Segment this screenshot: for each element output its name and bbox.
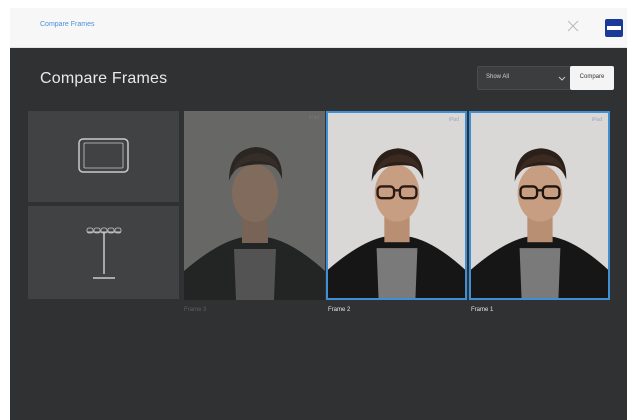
tablet-view-tile[interactable]	[28, 111, 179, 202]
brand-logo	[605, 19, 623, 37]
tablet-icon	[78, 138, 129, 173]
chevron-down-icon	[558, 76, 566, 81]
frame-stand-tile[interactable]	[28, 206, 179, 299]
frame-stand-icon	[86, 227, 122, 279]
compare-button-label: Compare	[579, 74, 605, 80]
device-tag: iPad	[591, 117, 602, 123]
device-tag: iPad	[448, 117, 459, 123]
window-title: Compare Frames	[40, 21, 95, 28]
filter-select[interactable]: Show All	[477, 66, 573, 90]
portrait-photo	[471, 148, 608, 298]
compare-button[interactable]: Compare	[570, 66, 614, 90]
compare-frames-screen: Compare Frames Show All Compare iPad iPa…	[10, 48, 627, 420]
frame-card-3[interactable]: iPad	[184, 111, 325, 300]
page-title: Compare Frames	[40, 70, 168, 87]
frame-dim-overlay	[184, 111, 325, 300]
frame-card-1[interactable]: iPad	[469, 111, 610, 300]
filter-select-value: Show All	[486, 74, 510, 80]
portrait-photo	[328, 148, 465, 298]
close-icon[interactable]	[565, 18, 581, 34]
frame-label-2: Frame 2	[328, 307, 351, 313]
frame-label-3: Frame 3	[184, 307, 207, 313]
frame-label-1: Frame 1	[471, 307, 494, 313]
window-titlebar: Compare Frames	[10, 8, 627, 48]
brand-logo-bar	[607, 26, 621, 30]
frame-card-2[interactable]: iPad	[326, 111, 467, 300]
